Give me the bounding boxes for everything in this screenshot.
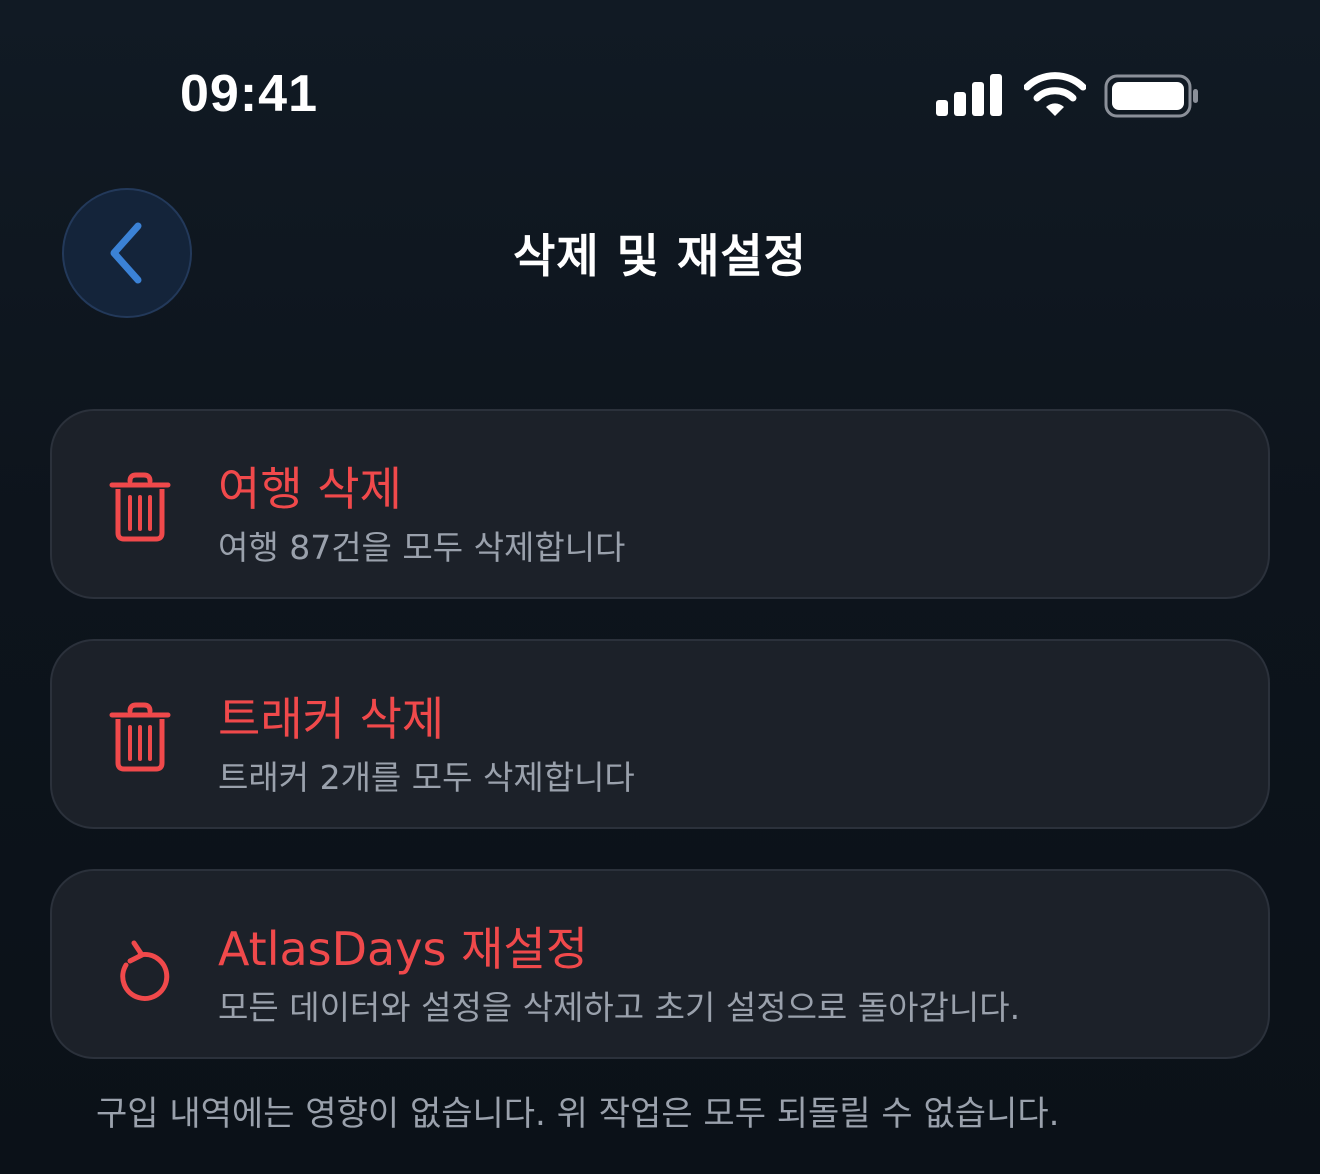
trash-icon <box>109 702 171 772</box>
footer-note: 구입 내역에는 영향이 없습니다. 위 작업은 모두 되돌릴 수 없습니다. <box>96 1094 1060 1134</box>
page-title: 삭제 및 재설정 <box>513 229 807 283</box>
battery-icon <box>1104 74 1198 118</box>
delete-trips-button[interactable]: 여행 삭제 여행 87건을 모두 삭제합니다 <box>50 409 1270 599</box>
nav-bar: 삭제 및 재설정 <box>0 180 1320 330</box>
delete-trips-title: 여행 삭제 <box>218 462 402 516</box>
trash-icon <box>109 472 171 542</box>
delete-trips-subtitle: 여행 87건을 모두 삭제합니다 <box>218 528 626 567</box>
status-bar: 09:41 <box>0 0 1320 160</box>
wifi-icon <box>1024 72 1086 116</box>
delete-trackers-title: 트래커 삭제 <box>218 692 445 746</box>
delete-trackers-button[interactable]: 트래커 삭제 트래커 2개를 모두 삭제합니다 <box>50 639 1270 829</box>
reset-app-subtitle: 모든 데이터와 설정을 삭제하고 초기 설정으로 돌아갑니다. <box>218 988 1021 1027</box>
status-time: 09:41 <box>180 65 318 123</box>
cellular-signal-icon <box>936 74 1002 116</box>
reset-app-title: AtlasDays 재설정 <box>218 922 589 976</box>
reset-arrow-icon <box>120 940 170 1001</box>
delete-trackers-subtitle: 트래커 2개를 모두 삭제합니다 <box>218 758 635 797</box>
reset-app-button[interactable]: AtlasDays 재설정 모든 데이터와 설정을 삭제하고 초기 설정으로 돌… <box>50 869 1270 1059</box>
